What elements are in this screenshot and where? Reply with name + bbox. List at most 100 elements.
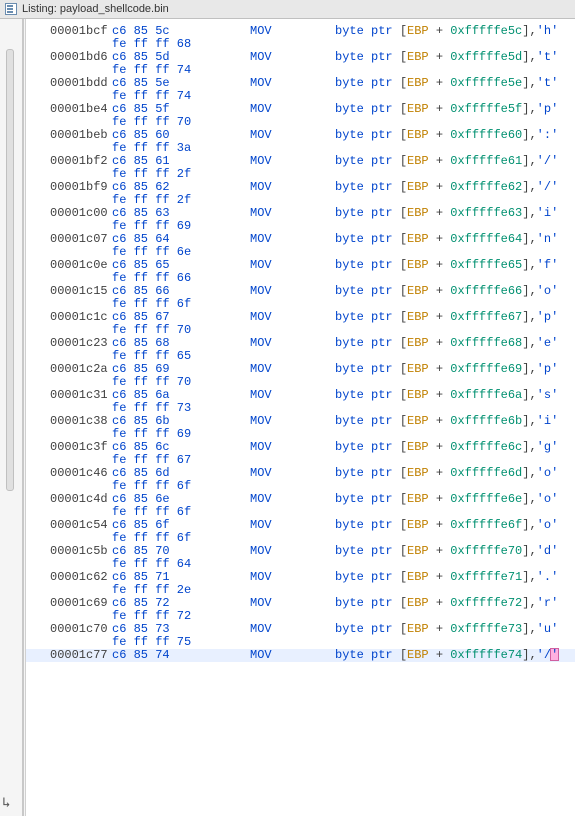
operand: byte ptr [EBP + 0xfffffe67],'p' [335, 311, 558, 324]
offset: 0xfffffe70 [450, 544, 522, 558]
offset: 0xfffffe5d [450, 50, 522, 64]
disasm-line[interactable]: 00001c5bc6 85 70MOVbyte ptr [EBP + 0xfff… [26, 545, 575, 558]
body-area: ↳ 00001bcfc6 85 5cMOVbyte ptr [EBP + 0xf… [0, 19, 575, 816]
comma: , [529, 648, 536, 662]
operand: byte ptr [EBP + 0xfffffe6b],'i' [335, 415, 558, 428]
comma: , [529, 570, 536, 584]
comma: , [529, 492, 536, 506]
disasm-line[interactable]: 00001c23c6 85 68MOVbyte ptr [EBP + 0xfff… [26, 337, 575, 350]
register: EBP [407, 596, 429, 610]
bracket-open: [ [400, 414, 407, 428]
title-filename: payload_shellcode.bin [60, 0, 169, 18]
bracket-open: [ [400, 76, 407, 90]
disasm-line[interactable]: 00001bf2c6 85 61MOVbyte ptr [EBP + 0xfff… [26, 155, 575, 168]
register: EBP [407, 128, 429, 142]
offset: 0xfffffe5f [450, 102, 522, 116]
offset: 0xfffffe73 [450, 622, 522, 636]
disasm-line[interactable]: 00001c15c6 85 66MOVbyte ptr [EBP + 0xfff… [26, 285, 575, 298]
address: 00001c46 [50, 467, 108, 480]
keyword-ptr: ptr [371, 154, 393, 168]
disasm-line[interactable]: 00001c07c6 85 64MOVbyte ptr [EBP + 0xfff… [26, 233, 575, 246]
keyword-byte: byte [335, 50, 364, 64]
disasm-line[interactable]: 00001c54c6 85 6fMOVbyte ptr [EBP + 0xfff… [26, 519, 575, 532]
operand: byte ptr [EBP + 0xfffffe62],'/' [335, 181, 558, 194]
address: 00001c2a [50, 363, 108, 376]
keyword-ptr: ptr [371, 414, 393, 428]
disasm-line[interactable]: 00001c2ac6 85 69MOVbyte ptr [EBP + 0xfff… [26, 363, 575, 376]
disassembly-view[interactable]: 00001bcfc6 85 5cMOVbyte ptr [EBP + 0xfff… [26, 19, 575, 816]
char-literal: '/' [537, 648, 559, 662]
comma: , [529, 310, 536, 324]
disasm-line[interactable]: 00001bd6c6 85 5dMOVbyte ptr [EBP + 0xfff… [26, 51, 575, 64]
offset: 0xfffffe63 [450, 206, 522, 220]
disasm-line[interactable]: 00001c46c6 85 6dMOVbyte ptr [EBP + 0xfff… [26, 467, 575, 480]
disasm-line[interactable]: 00001bf9c6 85 62MOVbyte ptr [EBP + 0xfff… [26, 181, 575, 194]
plus: + [429, 154, 451, 168]
register: EBP [407, 388, 429, 402]
disasm-line[interactable]: 00001c1cc6 85 67MOVbyte ptr [EBP + 0xfff… [26, 311, 575, 324]
keyword-ptr: ptr [371, 284, 393, 298]
bracket-open: [ [400, 128, 407, 142]
address: 00001bf9 [50, 181, 108, 194]
address: 00001c38 [50, 415, 108, 428]
mnemonic: MOV [250, 311, 272, 324]
bracket-open: [ [400, 50, 407, 64]
mnemonic: MOV [250, 25, 272, 38]
mnemonic: MOV [250, 415, 272, 428]
disasm-line[interactable]: 00001c69c6 85 72MOVbyte ptr [EBP + 0xfff… [26, 597, 575, 610]
operand: byte ptr [EBP + 0xfffffe69],'p' [335, 363, 558, 376]
disasm-line[interactable]: 00001c0ec6 85 65MOVbyte ptr [EBP + 0xfff… [26, 259, 575, 272]
mnemonic: MOV [250, 207, 272, 220]
plus: + [429, 544, 451, 558]
keyword-ptr: ptr [371, 50, 393, 64]
keyword-byte: byte [335, 258, 364, 272]
disasm-line[interactable]: 00001bddc6 85 5eMOVbyte ptr [EBP + 0xfff… [26, 77, 575, 90]
offset: 0xfffffe72 [450, 596, 522, 610]
disasm-line[interactable]: 00001be4c6 85 5fMOVbyte ptr [EBP + 0xfff… [26, 103, 575, 116]
disasm-line[interactable]: 00001c00c6 85 63MOVbyte ptr [EBP + 0xfff… [26, 207, 575, 220]
char-literal: 'o' [537, 466, 559, 480]
offset: 0xfffffe71 [450, 570, 522, 584]
char-literal: 'o' [537, 284, 559, 298]
comma: , [529, 154, 536, 168]
keyword-byte: byte [335, 544, 364, 558]
disasm-line[interactable]: 00001c77c6 85 74MOVbyte ptr [EBP + 0xfff… [26, 649, 575, 662]
register: EBP [407, 648, 429, 662]
comma: , [529, 206, 536, 220]
disasm-line[interactable]: 00001c4dc6 85 6eMOVbyte ptr [EBP + 0xfff… [26, 493, 575, 506]
gutter-drag-handle[interactable] [22, 19, 24, 816]
disasm-line[interactable]: 00001bcfc6 85 5cMOVbyte ptr [EBP + 0xfff… [26, 25, 575, 38]
offset: 0xfffffe6c [450, 440, 522, 454]
mnemonic: MOV [250, 233, 272, 246]
disasm-line[interactable]: 00001bebc6 85 60MOVbyte ptr [EBP + 0xfff… [26, 129, 575, 142]
disasm-line[interactable]: 00001c31c6 85 6aMOVbyte ptr [EBP + 0xfff… [26, 389, 575, 402]
address: 00001bdd [50, 77, 108, 90]
keyword-ptr: ptr [371, 128, 393, 142]
keyword-byte: byte [335, 518, 364, 532]
plus: + [429, 622, 451, 636]
char-literal: 'e' [537, 336, 559, 350]
comma: , [529, 388, 536, 402]
disasm-line[interactable]: 00001c70c6 85 73MOVbyte ptr [EBP + 0xfff… [26, 623, 575, 636]
offset: 0xfffffe69 [450, 362, 522, 376]
register: EBP [407, 310, 429, 324]
char-literal: 'n' [537, 232, 559, 246]
keyword-byte: byte [335, 336, 364, 350]
mnemonic: MOV [250, 623, 272, 636]
keyword-ptr: ptr [371, 570, 393, 584]
gutter[interactable]: ↳ [0, 19, 26, 816]
comma: , [529, 24, 536, 38]
plus: + [429, 362, 451, 376]
mnemonic: MOV [250, 259, 272, 272]
comma: , [529, 50, 536, 64]
comma: , [529, 232, 536, 246]
comma: , [529, 622, 536, 636]
address: 00001c69 [50, 597, 108, 610]
disasm-line[interactable]: 00001c38c6 85 6bMOVbyte ptr [EBP + 0xfff… [26, 415, 575, 428]
plus: + [429, 492, 451, 506]
keyword-ptr: ptr [371, 596, 393, 610]
overview-scroll-track[interactable] [6, 49, 14, 491]
disasm-line[interactable]: 00001c3fc6 85 6cMOVbyte ptr [EBP + 0xfff… [26, 441, 575, 454]
disasm-line[interactable]: 00001c62c6 85 71MOVbyte ptr [EBP + 0xfff… [26, 571, 575, 584]
offset: 0xfffffe5e [450, 76, 522, 90]
